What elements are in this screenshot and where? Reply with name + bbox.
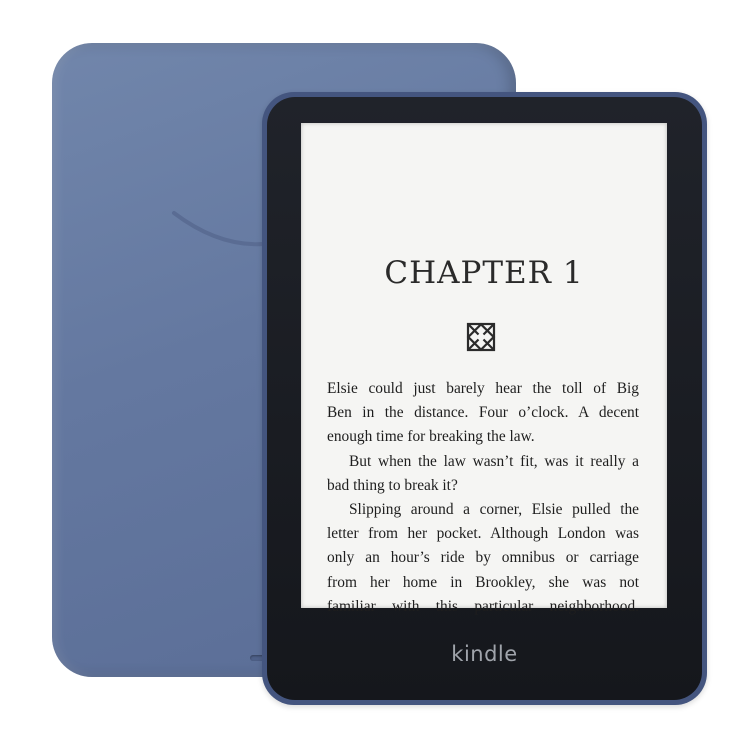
text-line: letter from her pocket. Although London … <box>327 525 639 543</box>
paragraph: Slipping around a corner, Elsie pulled t… <box>327 498 639 619</box>
celtic-knot-icon <box>466 322 496 352</box>
paragraph: Elsie could just barely hear the toll of… <box>327 377 639 450</box>
front-device: CHAPTER 1 Elsie could just barely hear t… <box>262 92 707 705</box>
text-line: familiar with this particular neighborho… <box>327 597 639 615</box>
text-line: only an hour’s ride by omnibus or carria… <box>327 549 639 567</box>
text-line: enough time for breaking the law. <box>327 428 535 446</box>
book-text: Elsie could just barely hear the toll of… <box>327 377 639 619</box>
text-line: Ben in the distance. Four o’clock. A dec… <box>327 404 639 422</box>
text-line: bad thing to break it? <box>327 476 458 494</box>
chapter-title: CHAPTER 1 <box>384 255 584 291</box>
paragraph: But when the law wasn’t fit, was it real… <box>327 450 639 498</box>
brand-label: kindle <box>451 642 518 666</box>
text-line: from her home in Brookley, she was not <box>327 573 639 591</box>
text-line: Slipping around a corner, Elsie pulled t… <box>349 501 639 519</box>
e-ink-screen[interactable]: CHAPTER 1 Elsie could just barely hear t… <box>301 123 667 615</box>
device-bezel: CHAPTER 1 Elsie could just barely hear t… <box>267 97 702 700</box>
text-line: Elsie could just barely hear the toll of… <box>327 380 639 397</box>
text-line: But when the law wasn’t fit, was it real… <box>349 452 639 470</box>
